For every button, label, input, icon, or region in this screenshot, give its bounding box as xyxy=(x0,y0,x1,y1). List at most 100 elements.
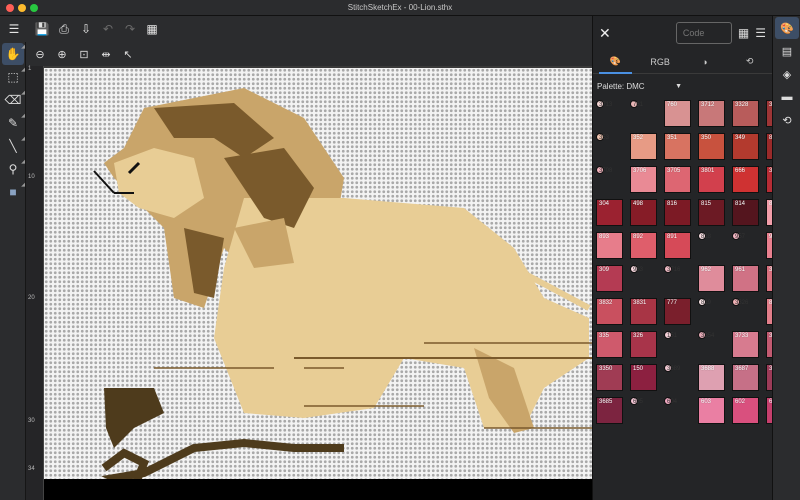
grid-view-icon[interactable]: ▦ xyxy=(738,26,749,40)
color-swatch[interactable]: 818 xyxy=(698,232,711,240)
comment-panel-icon[interactable]: ▬ xyxy=(775,86,799,108)
color-swatch[interactable]: 326 xyxy=(630,331,657,358)
swatch-code: 353 xyxy=(599,135,610,141)
color-swatch[interactable]: 957 xyxy=(732,232,745,240)
color-swatch[interactable]: 3705 xyxy=(664,166,691,193)
color-swatch[interactable]: 819 xyxy=(698,298,711,306)
color-swatch[interactable]: 962 xyxy=(698,265,725,292)
print-icon[interactable]: ⎙ xyxy=(54,19,74,39)
lion-nose xyxy=(93,170,115,194)
swatch-code: 349 xyxy=(735,135,746,141)
export-icon[interactable]: ⇩ xyxy=(76,19,96,39)
color-swatch[interactable]: 604 xyxy=(664,397,677,405)
color-swatch[interactable]: 961 xyxy=(732,265,759,292)
color-swatch[interactable]: 349 xyxy=(732,133,759,160)
color-swatch[interactable]: 602 xyxy=(732,397,759,424)
color-swatch[interactable]: 603 xyxy=(698,397,725,424)
layers-panel-icon[interactable]: ◈ xyxy=(775,63,799,85)
color-swatch[interactable]: 309 xyxy=(596,265,623,292)
tab-color[interactable]: ◑ xyxy=(683,50,728,73)
eraser-tool-icon[interactable]: ⌫ ◢ xyxy=(2,89,25,111)
calendar-icon[interactable]: ▦ xyxy=(142,19,162,39)
color-swatch[interactable]: 893 xyxy=(596,232,623,259)
select-tool-icon[interactable]: ⬚ ◢ xyxy=(2,66,25,88)
save-icon[interactable]: 💾 xyxy=(32,19,52,39)
color-swatch[interactable]: 815 xyxy=(698,199,725,226)
sort-icon[interactable]: ☰ xyxy=(755,26,766,40)
tab-history[interactable]: ⟲ xyxy=(727,50,772,73)
swatch-code: 760 xyxy=(667,102,678,108)
color-swatch[interactable]: 350 xyxy=(698,133,725,160)
color-swatch[interactable]: 3688 xyxy=(698,364,725,391)
color-swatch[interactable]: 760 xyxy=(664,100,691,127)
history-panel-icon[interactable]: ⟲ xyxy=(775,109,799,131)
color-swatch[interactable]: 891 xyxy=(664,232,691,259)
color-swatch[interactable]: 761 xyxy=(630,100,643,108)
line-tool-icon[interactable]: ╲ ◢ xyxy=(2,135,25,157)
code-search-input[interactable] xyxy=(675,22,732,44)
color-swatch[interactable]: 3713 xyxy=(596,100,612,108)
color-swatch[interactable]: 814 xyxy=(732,199,759,226)
color-swatch[interactable]: 498 xyxy=(630,199,657,226)
palette-panel-icon[interactable]: 🎨 xyxy=(775,17,799,39)
color-swatch[interactable]: 3706 xyxy=(630,166,657,193)
tab-palette[interactable]: 🎨 xyxy=(593,50,638,74)
color-swatch-icon[interactable]: ■ ◢ xyxy=(2,181,25,203)
close-window-button[interactable] xyxy=(6,4,14,12)
palette-selector[interactable]: Palette: DMC ▼ xyxy=(593,74,772,98)
hand-tool-icon[interactable]: ✋ ◢ xyxy=(2,43,25,65)
zoom-window-button[interactable] xyxy=(30,4,38,12)
color-swatch[interactable]: 963 xyxy=(630,265,643,273)
color-swatch[interactable]: 3832 xyxy=(596,298,623,325)
undo-icon[interactable]: ↶ xyxy=(98,19,118,39)
color-swatch[interactable]: 3831 xyxy=(630,298,657,325)
fit-width-icon[interactable]: ⇹ xyxy=(96,44,116,64)
color-swatch[interactable]: 150 xyxy=(630,364,657,391)
color-swatch[interactable]: 351 xyxy=(664,133,691,160)
minimize-window-button[interactable] xyxy=(18,4,26,12)
pencil-tool-icon[interactable]: ✎ ◢ xyxy=(2,112,25,134)
tab-rgb[interactable]: RGB xyxy=(638,50,683,73)
color-swatch[interactable]: 3354 xyxy=(698,331,714,339)
color-swatch[interactable]: 666 xyxy=(732,166,759,193)
swatch-code: 815 xyxy=(701,201,712,207)
color-swatch[interactable]: 151 xyxy=(664,331,677,339)
color-swatch[interactable]: 3708 xyxy=(596,166,612,174)
eyedropper-tool-icon[interactable]: ⚲ ◢ xyxy=(2,158,25,180)
color-swatch[interactable]: 605 xyxy=(630,397,643,405)
redo-icon[interactable]: ↷ xyxy=(120,19,140,39)
window-title: StitchSketchEx - 00-Lion.sthx xyxy=(347,3,453,12)
color-swatch[interactable]: 3326 xyxy=(732,298,748,306)
chevron-down-icon[interactable]: ▼ xyxy=(675,83,682,90)
color-swatch[interactable]: 777 xyxy=(664,298,691,325)
close-icon[interactable]: ✕ xyxy=(599,25,619,42)
stitch-canvas[interactable] xyxy=(44,68,592,500)
color-swatch[interactable]: 3685 xyxy=(596,397,623,424)
swatch-code: 666 xyxy=(735,168,746,174)
zoom-out-icon[interactable]: ⊖ xyxy=(30,44,50,64)
color-swatch[interactable]: 353 xyxy=(596,133,609,141)
color-swatch[interactable]: 3801 xyxy=(698,166,725,193)
color-swatch[interactable]: 3350 xyxy=(596,364,623,391)
color-swatch[interactable]: 3712 xyxy=(698,100,725,127)
swatch-code: 3831 xyxy=(633,300,647,306)
color-swatch[interactable]: 3716 xyxy=(664,265,680,273)
color-swatch[interactable]: 3687 xyxy=(732,364,759,391)
color-swatch[interactable]: 3733 xyxy=(732,331,759,358)
color-swatch[interactable]: 304 xyxy=(596,199,623,226)
palette-label: Palette: DMC xyxy=(597,81,645,91)
lion-pattern xyxy=(93,88,592,494)
color-swatch[interactable]: 892 xyxy=(630,232,657,259)
fit-screen-icon[interactable]: ⊡ xyxy=(74,44,94,64)
list-panel-icon[interactable]: ▤ xyxy=(775,40,799,62)
menu-icon[interactable]: ☰ xyxy=(4,19,24,39)
color-swatch[interactable]: 3328 xyxy=(732,100,759,127)
color-swatch[interactable]: 352 xyxy=(630,133,657,160)
zoom-in-icon[interactable]: ⊕ xyxy=(52,44,72,64)
pointer-icon[interactable]: ↖ xyxy=(118,44,138,64)
color-swatch[interactable]: 335 xyxy=(596,331,623,358)
swatch-code: 816 xyxy=(667,201,678,207)
color-swatch[interactable]: 816 xyxy=(664,199,691,226)
color-swatch[interactable]: 3689 xyxy=(664,364,680,372)
submenu-triangle-icon: ◢ xyxy=(21,113,25,119)
